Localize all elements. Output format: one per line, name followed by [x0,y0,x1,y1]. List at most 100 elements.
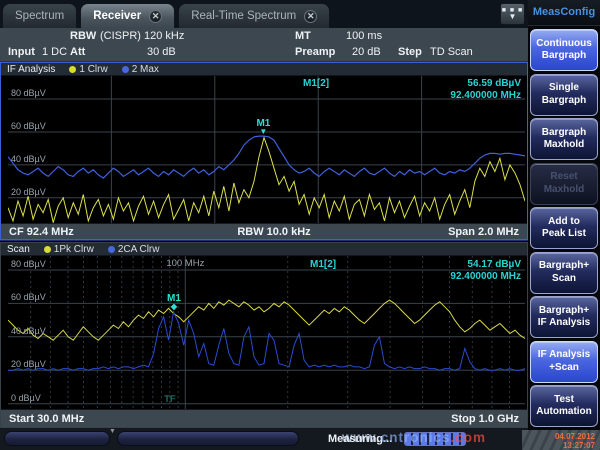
if-analysis-legend: 1 Clrw 2 Max [69,64,159,75]
softkey-label: Bargraph [542,50,586,63]
settings-header: RBW (CISPR) 120 kHz MT 100 ms Input 1 DC… [0,28,528,62]
trace-color-dot-icon [69,66,76,73]
legend-item[interactable]: 2CA Clrw [108,244,160,255]
mt-label: MT [295,30,311,42]
legend-item[interactable]: 1Pk Clrw [44,244,94,255]
softkey-bargraph-if-analysis[interactable]: Bargraph+IF Analysis [530,296,598,338]
tab-receiver[interactable]: Receiver ✕ [80,3,175,28]
chevron-down-icon: ▼ [509,13,517,21]
status-bar: ▼ Measuring... [0,428,528,450]
marker-readout-name: M1[2] [303,78,329,89]
tab-label: Spectrum [15,10,64,22]
sidebar-title: MeasConfig [528,0,600,26]
softkey-buttons: ContinuousBargraphSingleBargraphBargraph… [528,26,600,430]
softkey-add-to-peak-list[interactable]: Add toPeak List [530,207,598,249]
scan-header: Scan 1Pk Clrw 2CA Clrw [1,243,527,256]
softkey-if-analysis-scan[interactable]: IF Analysis+Scan [530,341,598,383]
if-analysis-window: IF Analysis 1 Clrw 2 Max M1[2] 56.59 dBµV… [0,62,528,240]
measuring-status: Measuring... [328,433,392,445]
marker-readout-freq: 92.400000 MHz [450,271,521,282]
softkey-label: IF Analysis [538,349,590,362]
softkey-label: Test [554,394,574,407]
datetime-display: 04.07.2012 13:27:07 [522,430,600,450]
status-divider-arrow: ▼ [109,428,116,435]
softkey-label: IF Analysis [538,317,590,330]
close-icon[interactable]: ✕ [304,10,317,23]
scan-title: Scan [7,244,30,255]
start-frequency[interactable]: Start 30.0 MHz [9,413,139,425]
tab-real-time-spectrum[interactable]: Real-Time Spectrum ✕ [178,3,330,28]
if-analysis-title: IF Analysis [7,64,55,75]
plot-annotation: TF [164,394,176,405]
softkey-single-bargraph[interactable]: SingleBargraph [530,74,598,116]
y-axis-tick-label: 20 dBµV [11,359,46,369]
tab-spectrum[interactable]: Spectrum [2,3,77,28]
y-axis-tick-label: 60 dBµV [11,292,46,302]
softkey-sidebar: MeasConfig ContinuousBargraphSingleBargr… [528,0,600,450]
input-value[interactable]: 1 DC [42,46,67,58]
time-text: 13:27:07 [522,441,595,450]
marker-glyph-icon: ▼ [256,129,270,135]
if-analysis-header: IF Analysis 1 Clrw 2 Max [1,63,527,76]
legend-item[interactable]: 2 Max [122,64,159,75]
softkey-label: Single [549,82,579,95]
step-value[interactable]: TD Scan [430,46,473,58]
preamp-label: Preamp [295,46,335,58]
if-analysis-footer: CF 92.4 MHz RBW 10.0 kHz Span 2.0 MHz [1,223,527,239]
app-screen: Spectrum Receiver ✕ Real-Time Spectrum ✕ ■ ■… [0,0,600,450]
status-segment-mid[interactable] [117,431,299,446]
if-analysis-chart [8,76,525,225]
softkey-test-automation[interactable]: TestAutomation [530,385,598,427]
softkey-reset-maxhold: ResetMaxhold [530,163,598,205]
scan-plot[interactable]: M1[2] 54.17 dBµV 92.400000 MHz 80 dBµV60… [8,256,525,410]
softkey-label: Bargraph+ [539,260,589,273]
rbw-label: RBW [70,30,96,42]
progress-bar [404,432,466,446]
softkey-label: Bargraph [542,95,586,108]
close-icon[interactable]: ✕ [149,10,162,23]
more-tabs-button[interactable]: ■ ■ ■ ▼ [500,3,525,25]
tab-label: Real-Time Spectrum [191,10,296,22]
scan-window: Scan 1Pk Clrw 2CA Clrw M1[2] 54.17 dBµV 9… [0,242,528,428]
step-label: Step [398,46,422,58]
y-axis-tick-label: 80 dBµV [11,88,46,98]
mt-value[interactable]: 100 ms [346,30,382,42]
marker-glyph-icon: ◆ [167,304,181,310]
softkey-label: Bargraph [542,127,586,140]
softkey-label: Reset [550,171,577,184]
softkey-bargraph-scan[interactable]: Bargraph+Scan [530,252,598,294]
legend-item[interactable]: 1 Clrw [69,64,107,75]
y-axis-tick-label: 40 dBµV [11,326,46,336]
marker-readout-level: 54.17 dBµV [467,259,521,270]
y-axis-tick-label: 80 dBµV [11,259,46,269]
y-axis-tick-label: 20 dBµV [11,187,46,197]
legend-label: 2CA Clrw [118,244,160,255]
tab-label: Receiver [93,10,141,22]
center-frequency[interactable]: CF 92.4 MHz [9,226,139,238]
rbw-value[interactable]: (CISPR) 120 kHz [100,30,184,42]
softkey-label: Continuous [536,38,592,51]
legend-label: 2 Max [132,64,159,75]
stop-frequency[interactable]: Stop 1.0 GHz [409,413,519,425]
softkey-bargraph-maxhold[interactable]: BargraphMaxhold [530,118,598,160]
att-value[interactable]: 30 dB [147,46,176,58]
preamp-value[interactable]: 20 dB [352,46,381,58]
scan-chart [8,256,525,410]
y-axis-tick-label: 0 dBµV [11,393,41,403]
softkey-label: Automation [536,406,592,419]
y-axis-tick-label: 40 dBµV [11,154,46,164]
span-readout[interactable]: Span 2.0 MHz [409,226,519,238]
softkey-continuous-bargraph[interactable]: ContinuousBargraph [530,29,598,71]
marker-readout-freq: 92.400000 MHz [450,90,521,101]
softkey-label: Peak List [542,228,586,241]
if-analysis-plot[interactable]: M1[2] 56.59 dBµV 92.400000 MHz 80 dBµV60… [8,76,525,225]
softkey-label: Bargraph+ [539,305,589,318]
marker-m1[interactable]: M1◆ [167,293,181,310]
rbw-readout[interactable]: RBW 10.0 kHz [139,226,409,238]
marker-m1[interactable]: M1▼ [256,118,270,135]
legend-label: 1Pk Clrw [54,244,94,255]
softkey-label: Maxhold [544,184,585,197]
softkey-label: +Scan [549,362,579,375]
status-segment-left[interactable] [4,431,110,446]
legend-label: 1 Clrw [79,64,107,75]
